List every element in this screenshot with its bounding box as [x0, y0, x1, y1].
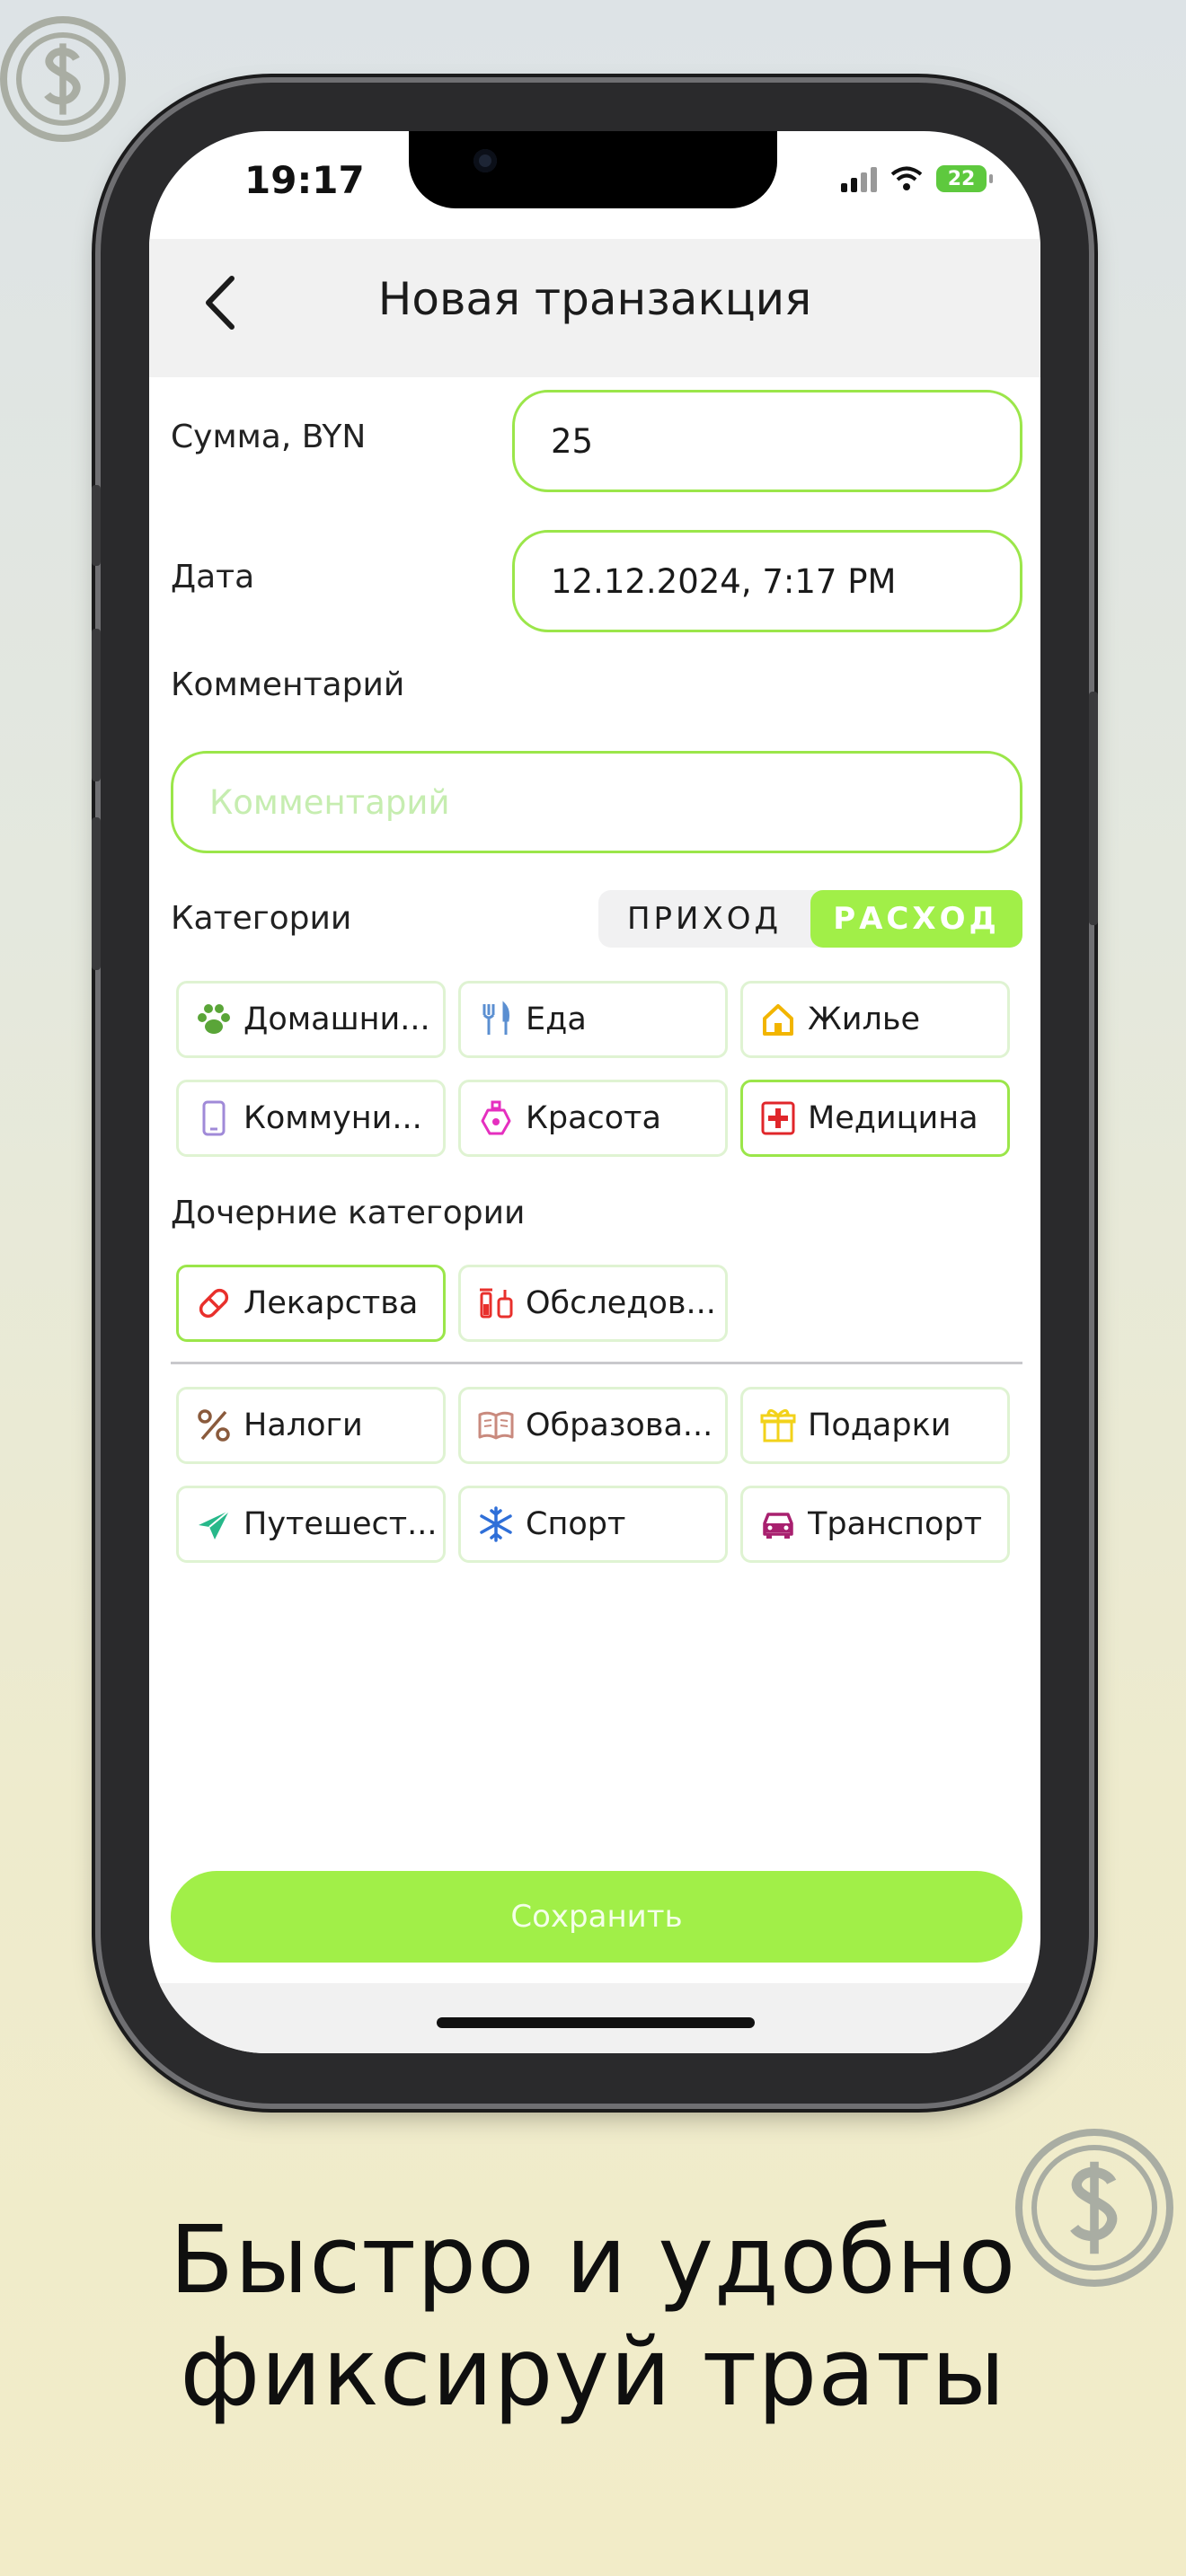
category-label: Красота	[526, 1100, 662, 1136]
subcategory-medications[interactable]: Лекарства	[176, 1265, 446, 1342]
date-input[interactable]: 12.12.2024, 7:17 PM	[512, 530, 1022, 632]
car-icon	[759, 1505, 797, 1543]
category-label: Жилье	[808, 1001, 920, 1037]
fork-knife-icon	[477, 1001, 515, 1038]
medical-cross-icon	[759, 1099, 797, 1137]
notch	[409, 131, 777, 208]
category-label: Еда	[526, 1001, 587, 1037]
divider	[171, 1362, 1022, 1364]
category-food[interactable]: Еда	[458, 981, 728, 1058]
category-label: Образова...	[526, 1407, 713, 1443]
category-label: Транспорт	[808, 1506, 983, 1542]
app-screen: 19:17 22 Новая транзакция Сумма, BYN 25 …	[149, 131, 1040, 2053]
wifi-icon	[890, 166, 923, 190]
subcategories-label: Дочерние категории	[171, 1195, 526, 1231]
category-label: Спорт	[526, 1506, 626, 1542]
category-education[interactable]: Образова...	[458, 1387, 728, 1464]
percent-icon	[195, 1407, 233, 1444]
amount-label: Сумма, BYN	[171, 419, 367, 455]
save-button[interactable]: Сохранить	[171, 1871, 1022, 1963]
phone-icon	[195, 1099, 233, 1137]
book-icon	[477, 1407, 515, 1444]
category-label: Медицина	[808, 1100, 978, 1136]
pill-icon	[195, 1284, 233, 1322]
category-medicine[interactable]: Медицина	[740, 1080, 1010, 1157]
tagline-line-1: Быстро и удобно	[169, 2205, 1017, 2315]
comment-input[interactable]: Комментарий	[171, 751, 1022, 853]
category-label: Путешест...	[243, 1506, 438, 1542]
category-label: Подарки	[808, 1407, 951, 1443]
category-travel[interactable]: Путешест...	[176, 1486, 446, 1563]
gift-icon	[759, 1407, 797, 1444]
volume-up-button	[92, 629, 101, 781]
amount-input[interactable]: 25	[512, 390, 1022, 492]
category-label: Налоги	[243, 1407, 363, 1443]
category-sport[interactable]: Спорт	[458, 1486, 728, 1563]
subcategory-label: Лекарства	[243, 1285, 419, 1321]
signal-icon	[841, 165, 877, 192]
category-label: Коммуни...	[243, 1100, 422, 1136]
category-taxes[interactable]: Налоги	[176, 1387, 446, 1464]
mute-switch	[92, 485, 101, 566]
tagline-line-2: фиксируй траты	[180, 2317, 1006, 2427]
camera-icon	[474, 149, 497, 172]
battery-icon: 22	[936, 165, 993, 192]
category-beauty[interactable]: Красота	[458, 1080, 728, 1157]
category-pets[interactable]: Домашни...	[176, 981, 446, 1058]
house-icon	[759, 1001, 797, 1038]
paw-icon	[195, 1001, 233, 1038]
category-housing[interactable]: Жилье	[740, 981, 1010, 1058]
lab-tests-icon	[477, 1284, 515, 1322]
category-label: Домашни...	[243, 1001, 430, 1037]
segment-expense[interactable]: РАСХОД	[810, 890, 1022, 948]
dollar-coin-icon	[0, 16, 126, 142]
category-gifts[interactable]: Подарки	[740, 1387, 1010, 1464]
date-label: Дата	[171, 559, 255, 595]
perfume-icon	[477, 1099, 515, 1137]
category-utilities[interactable]: Коммуни...	[176, 1080, 446, 1157]
airplane-icon	[195, 1505, 233, 1543]
categories-label: Категории	[171, 900, 352, 937]
subcategory-label: Обследов...	[526, 1285, 716, 1321]
subcategory-examinations[interactable]: Обследов...	[458, 1265, 728, 1342]
comment-label: Комментарий	[171, 666, 405, 703]
page-title: Новая транзакция	[377, 273, 812, 325]
header: Новая транзакция	[149, 239, 1040, 377]
type-segmented-control: ПРИХОД РАСХОД	[598, 890, 1022, 948]
segment-income[interactable]: ПРИХОД	[598, 890, 810, 948]
home-indicator[interactable]	[437, 2017, 755, 2028]
status-icons: 22	[841, 165, 993, 192]
status-time: 19:17	[244, 158, 365, 202]
power-button	[1089, 692, 1098, 925]
volume-down-button	[92, 817, 101, 970]
snowflake-icon	[477, 1505, 515, 1543]
category-transport[interactable]: Транспорт	[740, 1486, 1010, 1563]
